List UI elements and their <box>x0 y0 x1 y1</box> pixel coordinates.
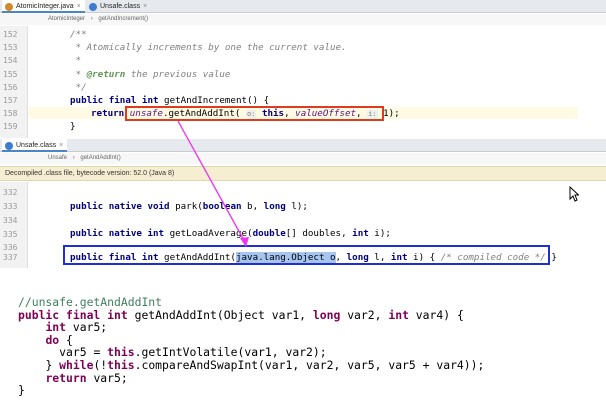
close-icon[interactable]: × <box>59 142 63 149</box>
keyword: int <box>388 307 409 322</box>
code-snippet: //unsafe.getAndAddInt public final int g… <box>18 296 484 397</box>
keyword: int <box>352 228 369 239</box>
code-text: .compareAndSwapInt(var1, var2, var5, var… <box>134 357 485 372</box>
chevron-right-icon: › <box>72 155 75 161</box>
line-number: 336 <box>3 243 18 252</box>
keyword: public final int <box>70 95 159 106</box>
code-text: the previous value <box>125 69 231 80</box>
line-number: 334 <box>3 216 18 225</box>
code-line: * Atomically increments by one the curre… <box>70 42 347 53</box>
code-line: * <box>70 55 82 66</box>
line-number: 154 <box>3 56 18 65</box>
code-line: */ <box>70 82 87 93</box>
line-number: 159 <box>3 122 18 131</box>
line-number: 335 <box>3 230 18 239</box>
close-icon[interactable]: × <box>77 3 81 10</box>
red-highlight-box <box>125 106 384 121</box>
code-text: i); <box>368 228 391 239</box>
class-file-icon <box>89 3 97 11</box>
breadcrumb: AtomicInteger › getAndIncrement() <box>0 14 606 25</box>
tab-label: AtomicInteger.java <box>16 3 74 10</box>
tab-atomicinteger[interactable]: AtomicInteger.java × <box>2 0 85 13</box>
code-text: getAndAddInt(Object var1, <box>127 307 313 322</box>
code-text: var4) { <box>408 307 464 322</box>
code-text: getLoadAverage( <box>164 228 253 239</box>
line-number: 157 <box>3 96 18 105</box>
java-class-icon <box>5 3 13 11</box>
line-number: 332 <box>3 188 18 197</box>
code-text: park( <box>169 201 203 212</box>
code-line: } <box>70 121 76 132</box>
code-line: public native int getLoadAverage(double[… <box>70 228 391 239</box>
code-text: [] doubles, <box>285 228 353 239</box>
tab-label: Unsafe.class <box>16 142 57 149</box>
breadcrumb-item[interactable]: getAndIncrement() <box>98 16 148 22</box>
tab-unsafe-class[interactable]: Unsafe.class × <box>2 139 68 152</box>
breadcrumb-item[interactable]: Unsafe <box>48 155 67 161</box>
code-text: l); <box>285 201 308 212</box>
breadcrumb-item[interactable]: AtomicInteger <box>48 16 85 22</box>
chevron-right-icon: › <box>90 16 93 22</box>
code-line: * @return the previous value <box>70 69 231 80</box>
javadoc-tag: @return <box>86 69 126 80</box>
breadcrumb: Unsafe › getAndAddInt() <box>0 153 606 164</box>
keyword: return <box>45 370 87 385</box>
code-text: getAndIncrement() { <box>158 95 270 106</box>
code-line: public native void park(boolean b, long … <box>70 201 308 212</box>
keyword: public native int <box>70 228 165 239</box>
line-number: 155 <box>3 70 18 79</box>
line-number: 152 <box>3 30 18 39</box>
line-number: 333 <box>3 202 18 211</box>
keyword: return <box>91 108 125 119</box>
keyword: long <box>263 201 286 212</box>
blue-highlight-box <box>63 245 550 265</box>
code-line: /** <box>70 29 87 40</box>
code-text: b, <box>241 201 264 212</box>
bottom-tab-bar: Unsafe.class × <box>0 139 606 152</box>
close-icon[interactable]: × <box>143 3 147 10</box>
code-text: var5; <box>86 370 128 385</box>
line-number: 337 <box>3 253 18 262</box>
breadcrumb-item[interactable]: getAndAddInt() <box>80 155 120 161</box>
keyword: double <box>252 228 286 239</box>
tab-label: Unsafe.class <box>100 3 141 10</box>
line-number: 156 <box>3 83 18 92</box>
keyword: do <box>45 332 60 347</box>
code-text: var2, <box>340 307 389 322</box>
top-tab-bar: AtomicInteger.java × Unsafe.class × <box>0 0 606 13</box>
keyword: public native void <box>70 201 170 212</box>
keyword: long <box>312 307 341 322</box>
tab-unsafe-class[interactable]: Unsafe.class × <box>86 0 151 13</box>
class-file-icon <box>5 142 13 150</box>
code-text: } <box>18 383 25 398</box>
decompiled-banner: Decompiled .class file, bytecode version… <box>0 166 606 181</box>
code-line: public final int getAndIncrement() { <box>70 95 269 106</box>
mouse-pointer-icon <box>569 185 580 206</box>
keyword: boolean <box>202 201 242 212</box>
line-number: 158 <box>3 109 18 118</box>
line-number: 153 <box>3 43 18 52</box>
